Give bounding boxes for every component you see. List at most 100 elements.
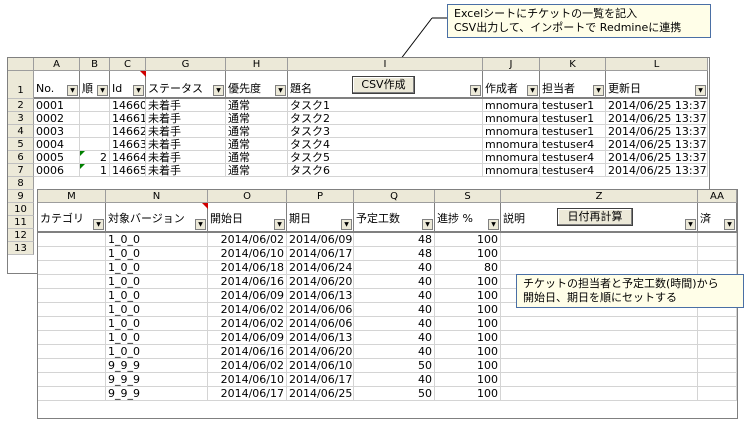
table-cell[interactable]: 未着手 bbox=[146, 138, 226, 151]
table-cell[interactable]: 1_0_0 bbox=[106, 331, 208, 345]
column-header-h[interactable]: H bbox=[226, 58, 288, 71]
row-header[interactable]: 2 bbox=[8, 99, 34, 112]
table-cell[interactable]: mnomura bbox=[483, 112, 540, 125]
csv-create-button[interactable]: CSV作成 bbox=[352, 76, 415, 94]
select-all-corner[interactable] bbox=[8, 58, 34, 71]
table-cell[interactable]: mnomura bbox=[483, 151, 540, 164]
filter-dropdown-button[interactable]: ▼ bbox=[341, 219, 352, 230]
table-cell[interactable] bbox=[698, 261, 737, 275]
table-cell[interactable] bbox=[501, 387, 698, 401]
table-cell[interactable]: 50 bbox=[354, 387, 435, 401]
table-cell[interactable]: 1_0_0 bbox=[106, 289, 208, 303]
table-cell[interactable]: 2014/06/06 bbox=[287, 303, 354, 317]
table-cell[interactable] bbox=[501, 345, 698, 359]
table-cell[interactable]: タスク2 bbox=[288, 112, 483, 125]
table-cell[interactable] bbox=[698, 387, 737, 401]
table-cell[interactable] bbox=[38, 261, 106, 275]
table-cell[interactable]: 2014/06/18 bbox=[208, 261, 287, 275]
table-cell[interactable]: 0005 bbox=[34, 151, 80, 164]
table-cell[interactable]: 2014/06/02 bbox=[208, 359, 287, 373]
table-cell[interactable]: mnomura bbox=[483, 99, 540, 112]
table-cell[interactable]: 通常 bbox=[226, 99, 288, 112]
table-cell[interactable]: 2014/06/10 bbox=[287, 359, 354, 373]
table-cell[interactable]: 40 bbox=[354, 317, 435, 331]
table-cell[interactable]: 40 bbox=[354, 331, 435, 345]
table-cell[interactable]: 100 bbox=[435, 247, 501, 261]
column-header-c[interactable]: C bbox=[110, 58, 146, 71]
row-header[interactable]: 5 bbox=[8, 138, 34, 151]
table-cell[interactable]: 2014/06/20 bbox=[287, 345, 354, 359]
table-cell[interactable]: 2014/06/10 bbox=[208, 247, 287, 261]
table-cell[interactable]: testuser4 bbox=[540, 151, 606, 164]
table-cell[interactable]: 2014/06/24 bbox=[287, 261, 354, 275]
table-cell[interactable]: mnomura bbox=[483, 138, 540, 151]
table-cell[interactable]: 2014/06/20 bbox=[287, 275, 354, 289]
table-cell[interactable]: 14662 bbox=[110, 125, 146, 138]
table-cell[interactable] bbox=[80, 138, 110, 151]
table-cell[interactable]: 40 bbox=[354, 261, 435, 275]
table-cell[interactable]: 2014/06/13 bbox=[287, 331, 354, 345]
table-cell[interactable] bbox=[38, 317, 106, 331]
table-cell[interactable]: 48 bbox=[354, 247, 435, 261]
table-cell[interactable]: 100 bbox=[435, 345, 501, 359]
table-cell[interactable] bbox=[80, 99, 110, 112]
table-cell[interactable]: 2014/06/25 13:37 bbox=[606, 151, 708, 164]
table-cell[interactable]: 2014/06/02 bbox=[208, 317, 287, 331]
table-cell[interactable] bbox=[501, 261, 698, 275]
row-header[interactable]: 11 bbox=[8, 216, 34, 229]
table-cell[interactable] bbox=[38, 275, 106, 289]
table-cell[interactable]: mnomura bbox=[483, 164, 540, 177]
table-cell[interactable]: 40 bbox=[354, 373, 435, 387]
table-cell[interactable]: 1_0_0 bbox=[106, 233, 208, 247]
table-cell[interactable]: 14664 bbox=[110, 151, 146, 164]
table-cell[interactable]: 2014/06/10 bbox=[208, 373, 287, 387]
table-cell[interactable] bbox=[501, 359, 698, 373]
table-cell[interactable] bbox=[38, 233, 106, 247]
table-cell[interactable]: 80 bbox=[435, 261, 501, 275]
table-cell[interactable]: 40 bbox=[354, 275, 435, 289]
filter-dropdown-button[interactable]: ▼ bbox=[274, 219, 285, 230]
table-cell[interactable] bbox=[38, 331, 106, 345]
table-cell[interactable] bbox=[501, 247, 698, 261]
column-header-aa[interactable]: AA bbox=[698, 190, 737, 203]
row-header[interactable]: 8 bbox=[8, 177, 34, 190]
filter-dropdown-button[interactable]: ▼ bbox=[724, 219, 735, 230]
table-cell[interactable] bbox=[698, 359, 737, 373]
table-cell[interactable]: 0004 bbox=[34, 138, 80, 151]
table-cell[interactable]: 1_0_0 bbox=[106, 261, 208, 275]
table-cell[interactable]: 未着手 bbox=[146, 151, 226, 164]
table-cell[interactable] bbox=[698, 317, 737, 331]
table-cell[interactable] bbox=[501, 317, 698, 331]
table-cell[interactable]: testuser1 bbox=[540, 99, 606, 112]
table-cell[interactable]: 100 bbox=[435, 373, 501, 387]
column-header-p[interactable]: P bbox=[287, 190, 354, 203]
table-cell[interactable]: 未着手 bbox=[146, 99, 226, 112]
table-cell[interactable]: 2014/06/25 13:37 bbox=[606, 99, 708, 112]
table-cell[interactable]: testuser1 bbox=[540, 125, 606, 138]
filter-dropdown-button[interactable]: ▼ bbox=[275, 85, 286, 96]
table-cell[interactable]: 14661 bbox=[110, 112, 146, 125]
table-cell[interactable] bbox=[38, 373, 106, 387]
table-cell[interactable]: 50 bbox=[354, 359, 435, 373]
table-cell[interactable] bbox=[698, 373, 737, 387]
column-header-z[interactable]: Z bbox=[501, 190, 698, 203]
table-cell[interactable]: 2014/06/16 bbox=[208, 275, 287, 289]
table-cell[interactable] bbox=[38, 289, 106, 303]
table-cell[interactable]: 2014/06/02 bbox=[208, 233, 287, 247]
table-cell[interactable]: 9_9_9 bbox=[106, 387, 208, 401]
table-cell[interactable]: 通常 bbox=[226, 125, 288, 138]
table-cell[interactable]: 14660 bbox=[110, 99, 146, 112]
column-header-s[interactable]: S bbox=[435, 190, 501, 203]
table-cell[interactable]: タスク4 bbox=[288, 138, 483, 151]
filter-dropdown-button[interactable]: ▼ bbox=[97, 85, 108, 96]
table-cell[interactable] bbox=[698, 331, 737, 345]
filter-dropdown-button[interactable]: ▼ bbox=[593, 85, 604, 96]
filter-dropdown-button[interactable]: ▼ bbox=[685, 219, 696, 230]
table-cell[interactable]: 2014/06/25 13:37 bbox=[606, 112, 708, 125]
column-header-b[interactable]: B bbox=[80, 58, 110, 71]
table-cell[interactable] bbox=[501, 233, 698, 247]
row-header[interactable]: 10 bbox=[8, 203, 34, 216]
column-header-m[interactable]: M bbox=[38, 190, 106, 203]
table-cell[interactable]: 2014/06/17 bbox=[208, 387, 287, 401]
table-cell[interactable]: 9_9_9 bbox=[106, 373, 208, 387]
